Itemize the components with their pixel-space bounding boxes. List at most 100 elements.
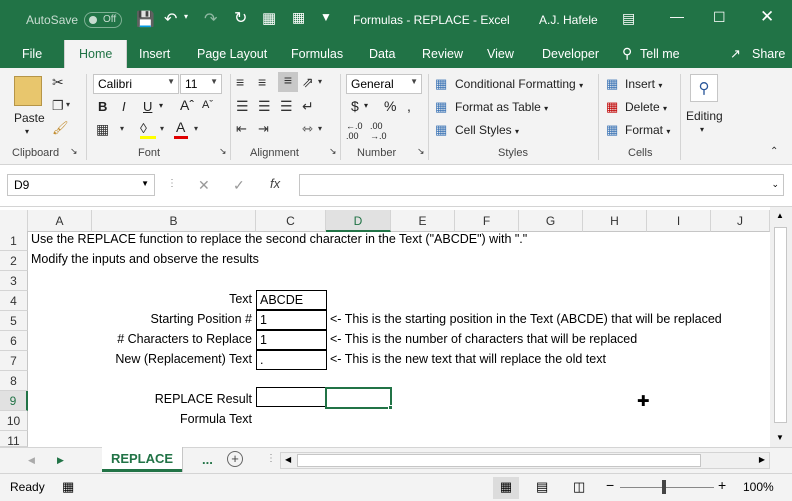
row-header[interactable]: 11 — [0, 431, 28, 448]
refresh-icon[interactable]: ↻ — [234, 8, 247, 28]
italic-button[interactable]: I — [122, 99, 126, 114]
align-bottom-icon[interactable]: ≡ — [278, 72, 298, 92]
vertical-scrollbar[interactable]: ▲ ▼ — [770, 207, 792, 447]
merge-center-icon[interactable]: ⇿ — [302, 121, 313, 137]
row-header[interactable]: 4 — [0, 291, 28, 311]
undo-dropdown-icon[interactable]: ▾ — [184, 12, 188, 21]
currency-icon[interactable]: $ — [351, 98, 359, 114]
scroll-left-icon[interactable]: ◀ — [285, 455, 291, 464]
font-size-select[interactable]: 11 ▼ — [180, 74, 222, 94]
borders-icon[interactable]: ▦ — [96, 121, 109, 138]
more-sheets-button[interactable]: ... — [202, 452, 213, 467]
save-icon[interactable]: 💾 — [136, 10, 155, 28]
cell-b10[interactable]: Formula Text — [92, 410, 255, 430]
h-scroll-thumb[interactable] — [297, 454, 701, 467]
search-icon[interactable]: ⚲ — [690, 74, 718, 102]
increase-indent-icon[interactable]: ⇥ — [258, 121, 269, 137]
tab-split-icon[interactable]: ⋮ — [266, 453, 276, 464]
insert-cells-button[interactable]: Insert ▾ — [625, 77, 662, 91]
close-icon[interactable]: ✕ — [760, 7, 774, 27]
clipboard-launcher-icon[interactable]: ↘ — [70, 146, 78, 157]
cell-b7[interactable]: New (Replacement) Text — [92, 350, 255, 370]
orientation-icon[interactable]: ⇗ — [302, 74, 314, 91]
zoom-level[interactable]: 100% — [743, 480, 774, 494]
editing-button[interactable]: Editing — [686, 109, 723, 123]
paste-button[interactable]: Paste — [14, 111, 45, 125]
active-cell-d9[interactable] — [325, 387, 392, 409]
align-top-icon[interactable]: ≡ — [236, 74, 244, 90]
column-header[interactable]: I — [647, 210, 711, 232]
tab-review[interactable]: Review — [422, 47, 463, 61]
cell-c5[interactable]: 1 — [256, 310, 327, 330]
minimize-icon[interactable]: — — [670, 8, 684, 24]
copy-icon[interactable]: ❐ — [52, 98, 64, 114]
align-right-icon[interactable]: ☰ — [280, 98, 293, 115]
tab-data[interactable]: Data — [369, 47, 395, 61]
scroll-thumb[interactable] — [774, 227, 787, 423]
column-header[interactable]: G — [519, 210, 583, 232]
cell-c9[interactable] — [256, 387, 327, 407]
tab-insert[interactable]: Insert — [139, 47, 170, 61]
name-box[interactable]: D9 ▼ — [7, 174, 155, 196]
prev-sheet-icon[interactable]: ◀ — [28, 455, 35, 466]
row-header[interactable]: 2 — [0, 251, 28, 271]
chevron-down-icon[interactable]: ▼ — [141, 179, 149, 188]
paste-icon[interactable] — [14, 76, 42, 106]
ribbon-display-icon[interactable]: ▤ — [622, 10, 635, 27]
underline-button[interactable]: U — [143, 99, 152, 114]
alignment-launcher-icon[interactable]: ↘ — [329, 146, 337, 157]
tell-me-box[interactable]: Tell me — [640, 47, 680, 61]
zoom-slider-thumb[interactable] — [662, 480, 666, 494]
row-header[interactable]: 3 — [0, 271, 28, 291]
wrap-text-icon[interactable]: ↵ — [302, 98, 314, 115]
cell-c6[interactable]: 1 — [256, 330, 327, 350]
zoom-slider[interactable] — [620, 487, 714, 488]
cell-c7[interactable]: . — [256, 350, 327, 370]
merge-dropdown-icon[interactable]: ▾ — [318, 124, 322, 133]
column-header[interactable]: E — [391, 210, 455, 232]
scroll-down-icon[interactable]: ▼ — [776, 433, 784, 442]
align-left-icon[interactable]: ☰ — [236, 98, 249, 115]
macro-record-icon[interactable]: ▦ — [62, 479, 74, 495]
orientation-dropdown-icon[interactable]: ▾ — [318, 77, 322, 86]
cut-icon[interactable]: ✂ — [52, 74, 64, 91]
column-header[interactable]: H — [583, 210, 647, 232]
editing-dropdown-icon[interactable]: ▾ — [700, 125, 704, 134]
maximize-icon[interactable]: ☐ — [713, 9, 726, 26]
copy-dropdown-icon[interactable]: ▾ — [66, 100, 70, 109]
row-header[interactable]: 6 — [0, 331, 28, 351]
scroll-up-icon[interactable]: ▲ — [776, 211, 784, 220]
bold-button[interactable]: B — [98, 99, 107, 114]
select-all-corner[interactable] — [0, 210, 28, 232]
tab-page-layout[interactable]: Page Layout — [197, 47, 267, 61]
delete-cells-button[interactable]: Delete ▾ — [625, 100, 667, 114]
page-break-view-icon[interactable]: ◫ — [573, 479, 585, 495]
font-color-icon[interactable]: A — [176, 119, 185, 135]
align-middle-icon[interactable]: ≡ — [258, 74, 266, 90]
decrease-decimal-icon[interactable]: .00 →.0 — [370, 121, 387, 141]
tab-file[interactable]: File — [22, 47, 42, 61]
row-header[interactable]: 5 — [0, 311, 28, 331]
row-header[interactable]: 9 — [0, 391, 28, 411]
font-name-select[interactable]: Calibri ▼ — [93, 74, 179, 94]
formula-input[interactable]: ⌄ — [299, 174, 784, 196]
format-as-table-button[interactable]: Format as Table ▾ — [455, 100, 548, 114]
expand-formula-icon[interactable]: ⌄ — [771, 179, 779, 190]
number-launcher-icon[interactable]: ↘ — [417, 146, 425, 157]
sheet-tab-replace[interactable]: REPLACE — [102, 447, 182, 472]
customize-toolbar-icon[interactable]: ▼ — [320, 10, 332, 24]
underline-dropdown-icon[interactable]: ▾ — [159, 101, 163, 110]
column-header[interactable]: C — [256, 210, 326, 232]
font-color-dropdown-icon[interactable]: ▾ — [194, 124, 198, 133]
collapse-ribbon-icon[interactable]: ⌃ — [770, 146, 778, 157]
row-header[interactable]: 7 — [0, 351, 28, 371]
conditional-formatting-button[interactable]: Conditional Formatting ▾ — [455, 77, 583, 91]
borders-dropdown-icon[interactable]: ▾ — [120, 124, 124, 133]
fill-dropdown-icon[interactable]: ▾ — [160, 124, 164, 133]
increase-decimal-icon[interactable]: ←.0.00 — [346, 121, 363, 141]
horizontal-scrollbar[interactable]: ◀ ▶ — [280, 452, 770, 469]
share-button[interactable]: Share — [752, 47, 785, 61]
undo-icon[interactable]: ↶ — [164, 9, 177, 29]
cell-b9[interactable]: REPLACE Result — [92, 390, 255, 410]
normal-view-icon[interactable]: ▦ — [493, 477, 519, 499]
